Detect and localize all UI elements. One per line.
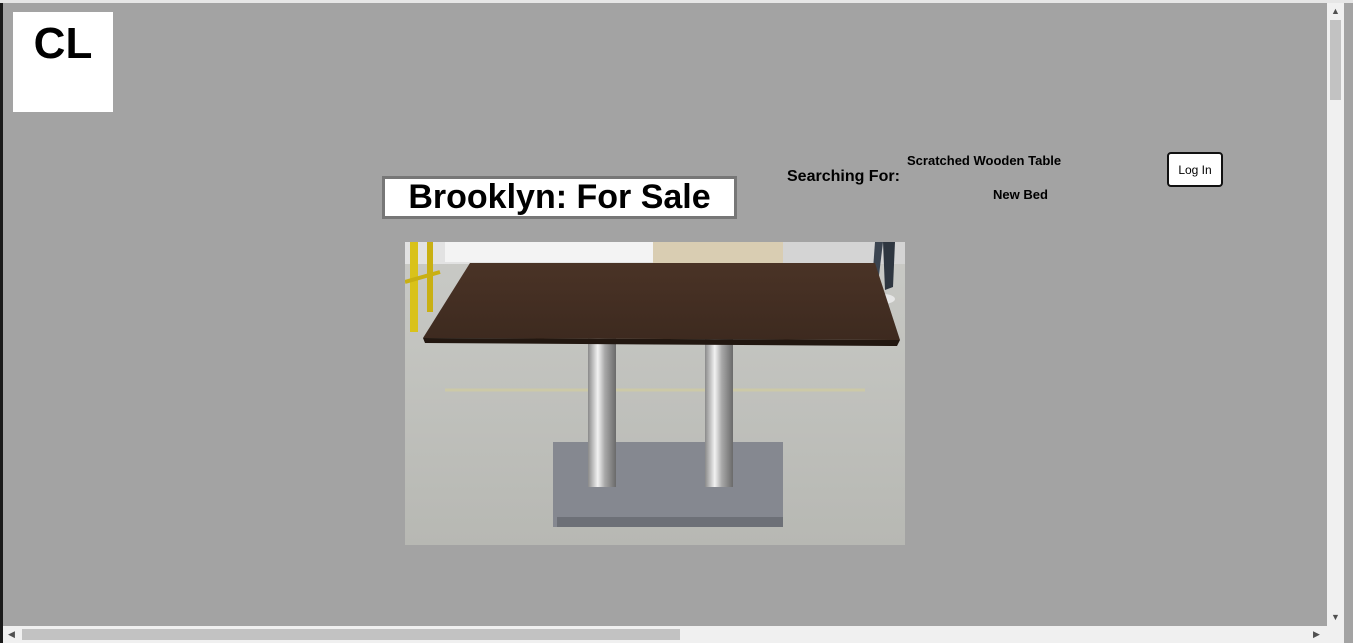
scroll-up-icon[interactable]: ▲	[1331, 7, 1340, 16]
site-logo[interactable]: CL	[13, 12, 113, 112]
page-title: Brooklyn: For Sale	[382, 176, 737, 219]
listing-photo[interactable]	[405, 242, 905, 545]
scroll-left-icon[interactable]: ◀	[8, 630, 15, 639]
searching-for-label: Searching For:	[787, 168, 900, 185]
vertical-scrollbar[interactable]: ▲ ▼	[1327, 3, 1344, 626]
login-button[interactable]: Log In	[1167, 152, 1223, 187]
logo-text: CL	[33, 19, 93, 68]
horizontal-scroll-thumb[interactable]	[22, 629, 680, 640]
vertical-scroll-thumb[interactable]	[1330, 20, 1341, 100]
search-item[interactable]: New Bed	[993, 187, 1048, 202]
browser-viewport: CL Brooklyn: For Sale Searching For: Scr…	[3, 3, 1353, 643]
search-item[interactable]: Scratched Wooden Table	[907, 153, 1061, 168]
horizontal-scrollbar[interactable]: ◀ ▶	[3, 626, 1327, 643]
scroll-down-icon[interactable]: ▼	[1331, 613, 1340, 622]
scroll-right-icon[interactable]: ▶	[1313, 630, 1320, 639]
table-photo-icon	[405, 242, 905, 545]
scrollbar-corner	[1327, 626, 1344, 643]
